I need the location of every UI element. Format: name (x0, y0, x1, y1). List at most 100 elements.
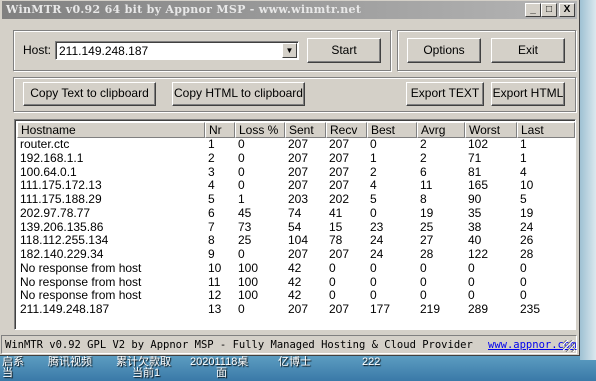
winmtr-window: WinMTR v0.92 64 bit by Appnor MSP - www.… (0, 0, 580, 356)
table-row[interactable]: 100.64.0.1 3 0 207 207 2 6 81 4 (15, 164, 575, 179)
table-row[interactable]: router.ctc 1 0 207 207 0 2 102 1 (15, 138, 575, 151)
cell-avrg: 27 (420, 233, 434, 248)
cell-sent: 207 (288, 247, 309, 261)
column-header-worst[interactable]: Worst (465, 122, 517, 138)
copy-text-button[interactable]: Copy Text to clipboard (23, 82, 156, 106)
cell-hostname: 111.175.172.13 (20, 178, 102, 193)
maximize-button[interactable]: □ (541, 3, 557, 17)
desktop-icon-label-222[interactable]: 222 (362, 357, 380, 368)
host-input[interactable]: 211.149.248.187 (59, 44, 148, 58)
table-row[interactable]: No response from host 11 100 42 0 0 0 0 0 (15, 274, 575, 289)
cell-worst: 102 (468, 137, 489, 151)
copy-html-button[interactable]: Copy HTML to clipboard (172, 82, 305, 106)
options-button[interactable]: Options (407, 38, 481, 63)
minimize-button[interactable]: _ (525, 3, 541, 17)
column-header-loss[interactable]: Loss % (235, 122, 285, 138)
cell-sent: 42 (288, 288, 302, 303)
cell-nr: 13 (208, 302, 222, 316)
cell-best: 2 (370, 164, 377, 179)
cell-best: 24 (370, 247, 384, 261)
cell-avrg: 28 (420, 247, 434, 261)
column-header-sent[interactable]: Sent (285, 122, 326, 138)
cell-best: 0 (370, 205, 377, 220)
cell-hostname: router.ctc (20, 137, 70, 151)
cell-avrg: 25 (420, 219, 434, 234)
start-button[interactable]: Start (307, 38, 381, 63)
cell-best: 23 (370, 219, 384, 234)
cell-best: 0 (370, 260, 377, 275)
column-header-hostname[interactable]: Hostname (17, 122, 205, 138)
cell-last: 28 (520, 247, 534, 261)
cell-avrg: 6 (420, 164, 427, 179)
table-row[interactable]: 111.175.172.13 4 0 207 207 4 11 165 10 (15, 179, 575, 192)
cell-nr: 2 (208, 150, 215, 165)
cell-hostname: 202.97.78.77 (20, 205, 91, 220)
column-header-avrg[interactable]: Avrg (417, 122, 465, 138)
cell-worst: 122 (468, 247, 489, 261)
table-row[interactable]: 118.112.255.134 8 25 104 78 24 27 40 26 (15, 234, 575, 247)
cell-sent: 207 (288, 150, 309, 165)
export-text-button[interactable]: Export TEXT (406, 82, 484, 106)
cell-last: 0 (520, 288, 527, 303)
table-row[interactable]: No response from host 10 100 42 0 0 0 0 0 (15, 260, 575, 275)
cell-hostname: 100.64.0.1 (20, 164, 77, 179)
table-row[interactable]: 111.175.188.29 5 1 203 202 5 8 90 5 (15, 193, 575, 206)
cell-loss: 25 (238, 233, 252, 248)
cell-worst: 0 (468, 260, 475, 275)
cell-worst: 90 (468, 192, 482, 206)
titlebar[interactable]: WinMTR v0.92 64 bit by Appnor MSP - www.… (2, 1, 577, 19)
cell-last: 0 (520, 260, 527, 275)
table-row[interactable]: 202.97.78.77 6 45 74 41 0 19 35 19 (15, 205, 575, 220)
chevron-down-icon[interactable]: ▼ (282, 43, 297, 58)
table-row[interactable]: 211.149.248.187 13 0 207 207 177 219 289 235 (15, 303, 575, 316)
cell-last: 10 (520, 178, 534, 193)
table-row[interactable]: No response from host 12 100 42 0 0 0 0 0 (15, 289, 575, 302)
cell-nr: 7 (208, 219, 215, 234)
cell-best: 177 (370, 302, 391, 316)
desktop-background-right (580, 0, 596, 360)
table-row[interactable]: 192.168.1.1 2 0 207 207 1 2 71 1 (15, 150, 575, 165)
desktop-icon-label-video[interactable]: 腾讯视频 (48, 357, 92, 368)
exit-button[interactable]: Exit (491, 38, 565, 63)
cell-sent: 74 (288, 205, 302, 220)
cell-loss: 0 (238, 302, 245, 316)
column-header-best[interactable]: Best (367, 122, 417, 138)
cell-best: 0 (370, 288, 377, 303)
cell-avrg: 11 (420, 178, 433, 193)
cell-hostname: 192.168.1.1 (20, 150, 84, 165)
cell-recv: 15 (329, 219, 343, 234)
desktop-icon-label-doctor[interactable]: 亿博士 (278, 357, 311, 368)
column-header-last[interactable]: Last (517, 122, 575, 138)
cell-avrg: 2 (420, 137, 427, 151)
cell-nr: 10 (208, 260, 222, 275)
cell-loss: 100 (238, 288, 259, 303)
export-html-button[interactable]: Export HTML (491, 82, 565, 106)
cell-avrg: 19 (420, 205, 434, 220)
cell-sent: 207 (288, 178, 309, 193)
cell-worst: 40 (468, 233, 482, 248)
cell-last: 235 (520, 302, 541, 316)
cell-recv: 207 (329, 150, 350, 165)
cell-recv: 41 (329, 205, 343, 220)
cell-best: 24 (370, 233, 384, 248)
cell-sent: 203 (288, 192, 309, 206)
column-header-nr[interactable]: Nr (205, 122, 235, 138)
cell-recv: 207 (329, 164, 350, 179)
cell-worst: 35 (468, 205, 482, 220)
cell-hostname: 211.149.248.187 (20, 302, 110, 316)
cell-last: 0 (520, 274, 527, 289)
table-row[interactable]: 182.140.229.34 9 0 207 207 24 28 122 28 (15, 248, 575, 261)
results-table[interactable]: Hostname Nr Loss % Sent Recv Best Avrg Worst Las… (14, 119, 576, 330)
cell-avrg: 0 (420, 288, 427, 303)
cell-loss: 0 (238, 247, 245, 261)
cell-avrg: 2 (420, 150, 427, 165)
table-row[interactable]: 139.206.135.86 7 73 54 15 23 25 38 24 (15, 219, 575, 234)
cell-best: 0 (370, 137, 377, 151)
column-header-recv[interactable]: Recv (326, 122, 367, 138)
close-button[interactable]: X (559, 3, 575, 17)
desktop-icon-label-desktop-file-line2: 面 (216, 367, 227, 379)
resize-grip[interactable] (563, 340, 575, 352)
host-combobox[interactable]: 211.149.248.187 ▼ (55, 41, 299, 60)
cell-loss: 1 (238, 192, 245, 206)
cell-recv: 207 (329, 247, 350, 261)
